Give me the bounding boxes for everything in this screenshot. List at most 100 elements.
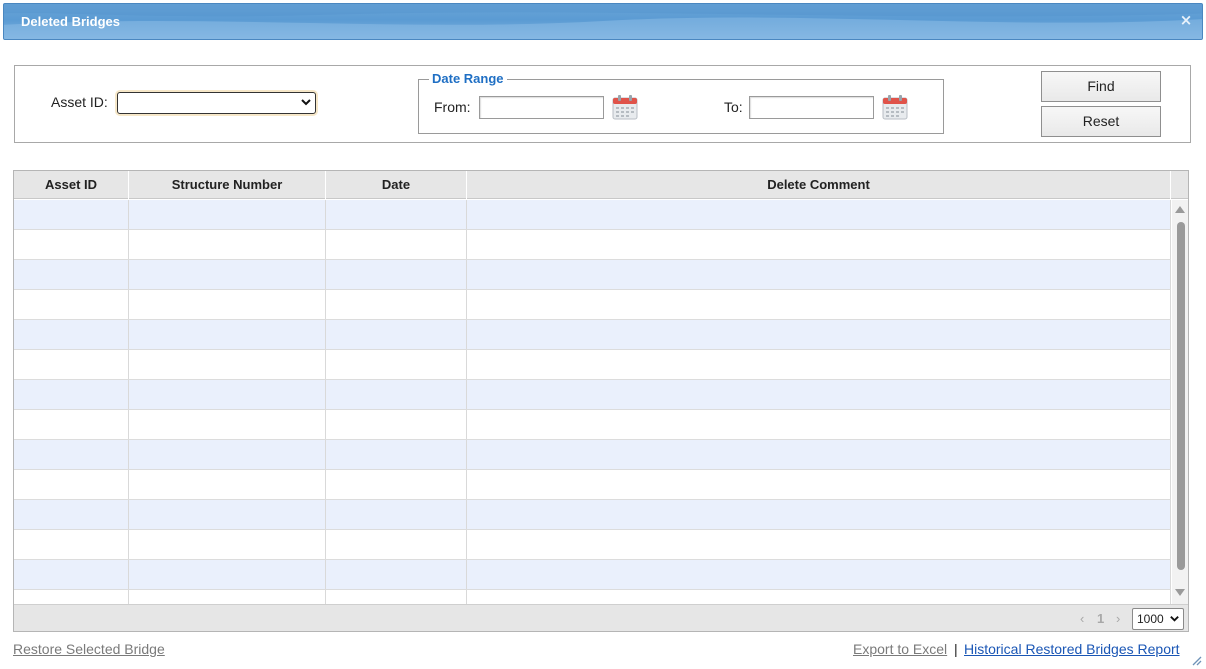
asset-id-select[interactable]	[117, 92, 316, 114]
table-row[interactable]	[14, 440, 1171, 470]
table-cell	[326, 470, 467, 499]
from-label: From:	[434, 99, 471, 115]
resize-grip-icon[interactable]	[1190, 654, 1202, 666]
table-cell	[129, 380, 326, 409]
table-cell	[14, 590, 129, 604]
table-cell	[129, 290, 326, 319]
scrollbar-thumb[interactable]	[1177, 222, 1185, 570]
dialog-title-bar[interactable]: Deleted Bridges ×	[3, 3, 1203, 40]
column-header-asset-id[interactable]: Asset ID	[14, 171, 129, 199]
table-row[interactable]	[14, 560, 1171, 590]
table-cell	[467, 200, 1171, 229]
table-cell	[14, 470, 129, 499]
prev-page-icon[interactable]: ‹	[1080, 611, 1084, 626]
table-row[interactable]	[14, 230, 1171, 260]
dialog-title: Deleted Bridges	[21, 14, 120, 29]
scroll-down-icon[interactable]	[1175, 589, 1185, 596]
table-cell	[129, 440, 326, 469]
table-cell	[467, 410, 1171, 439]
table-cell	[14, 410, 129, 439]
vertical-scrollbar[interactable]	[1172, 200, 1188, 604]
restore-selected-bridge-link[interactable]: Restore Selected Bridge	[13, 641, 165, 657]
footer-separator: |	[954, 641, 958, 657]
table-cell	[326, 230, 467, 259]
table-cell	[129, 470, 326, 499]
table-cell	[467, 440, 1171, 469]
table-cell	[326, 440, 467, 469]
table-cell	[467, 320, 1171, 349]
scroll-up-icon[interactable]	[1175, 206, 1185, 213]
table-cell	[467, 380, 1171, 409]
table-row[interactable]	[14, 590, 1171, 604]
table-cell	[326, 290, 467, 319]
table-cell	[467, 470, 1171, 499]
table-cell	[14, 380, 129, 409]
table-cell	[129, 560, 326, 589]
table-cell	[129, 410, 326, 439]
table-cell	[326, 380, 467, 409]
table-cell	[326, 410, 467, 439]
table-row[interactable]	[14, 260, 1171, 290]
from-date-input[interactable]	[479, 96, 604, 119]
table-cell	[326, 530, 467, 559]
column-header-structure-number[interactable]: Structure Number	[129, 171, 326, 199]
table-cell	[14, 260, 129, 289]
table-row[interactable]	[14, 470, 1171, 500]
table-row[interactable]	[14, 410, 1171, 440]
table-cell	[129, 320, 326, 349]
table-cell	[467, 590, 1171, 604]
table-row[interactable]	[14, 380, 1171, 410]
table-cell	[129, 230, 326, 259]
table-cell	[14, 440, 129, 469]
grid-pager: ‹ 1 › 1000	[14, 604, 1188, 631]
table-cell	[467, 350, 1171, 379]
table-cell	[326, 500, 467, 529]
chevron-down-icon	[1170, 616, 1179, 622]
table-cell	[14, 290, 129, 319]
filter-panel: Asset ID: Date Range From: To: Find Rese…	[14, 65, 1191, 143]
table-cell	[326, 200, 467, 229]
reset-button[interactable]: Reset	[1041, 106, 1161, 137]
table-cell	[467, 500, 1171, 529]
table-cell	[326, 590, 467, 604]
table-row[interactable]	[14, 530, 1171, 560]
column-header-date[interactable]: Date	[326, 171, 467, 199]
title-bar-background	[4, 4, 1202, 39]
table-cell	[14, 200, 129, 229]
current-page-number: 1	[1097, 611, 1105, 626]
table-cell	[129, 590, 326, 604]
table-cell	[129, 260, 326, 289]
table-cell	[14, 230, 129, 259]
table-row[interactable]	[14, 200, 1171, 230]
date-range-legend: Date Range	[429, 71, 507, 86]
table-row[interactable]	[14, 290, 1171, 320]
next-page-icon[interactable]: ›	[1116, 611, 1120, 626]
page-size-value: 1000	[1137, 612, 1164, 626]
page-size-select[interactable]: 1000	[1132, 608, 1184, 630]
table-cell	[467, 290, 1171, 319]
close-icon[interactable]: ×	[1178, 12, 1194, 28]
table-cell	[14, 350, 129, 379]
table-row[interactable]	[14, 350, 1171, 380]
calendar-icon[interactable]	[882, 94, 908, 120]
table-cell	[467, 260, 1171, 289]
table-cell	[129, 500, 326, 529]
table-row[interactable]	[14, 500, 1171, 530]
to-label: To:	[724, 99, 743, 115]
table-row[interactable]	[14, 320, 1171, 350]
date-range-group: Date Range From: To:	[418, 71, 944, 134]
find-button[interactable]: Find	[1041, 71, 1161, 102]
to-date-input[interactable]	[749, 96, 874, 119]
table-cell	[326, 350, 467, 379]
table-cell	[326, 320, 467, 349]
historical-restored-bridges-report-link[interactable]: Historical Restored Bridges Report	[964, 641, 1180, 657]
table-cell	[14, 500, 129, 529]
table-cell	[326, 260, 467, 289]
table-cell	[467, 530, 1171, 559]
table-cell	[14, 530, 129, 559]
table-cell	[14, 320, 129, 349]
deleted-bridges-grid: Asset ID Structure Number Date Delete Co…	[13, 170, 1189, 632]
calendar-icon[interactable]	[612, 94, 638, 120]
column-header-delete-comment[interactable]: Delete Comment	[467, 171, 1171, 199]
export-to-excel-link[interactable]: Export to Excel	[853, 641, 947, 657]
